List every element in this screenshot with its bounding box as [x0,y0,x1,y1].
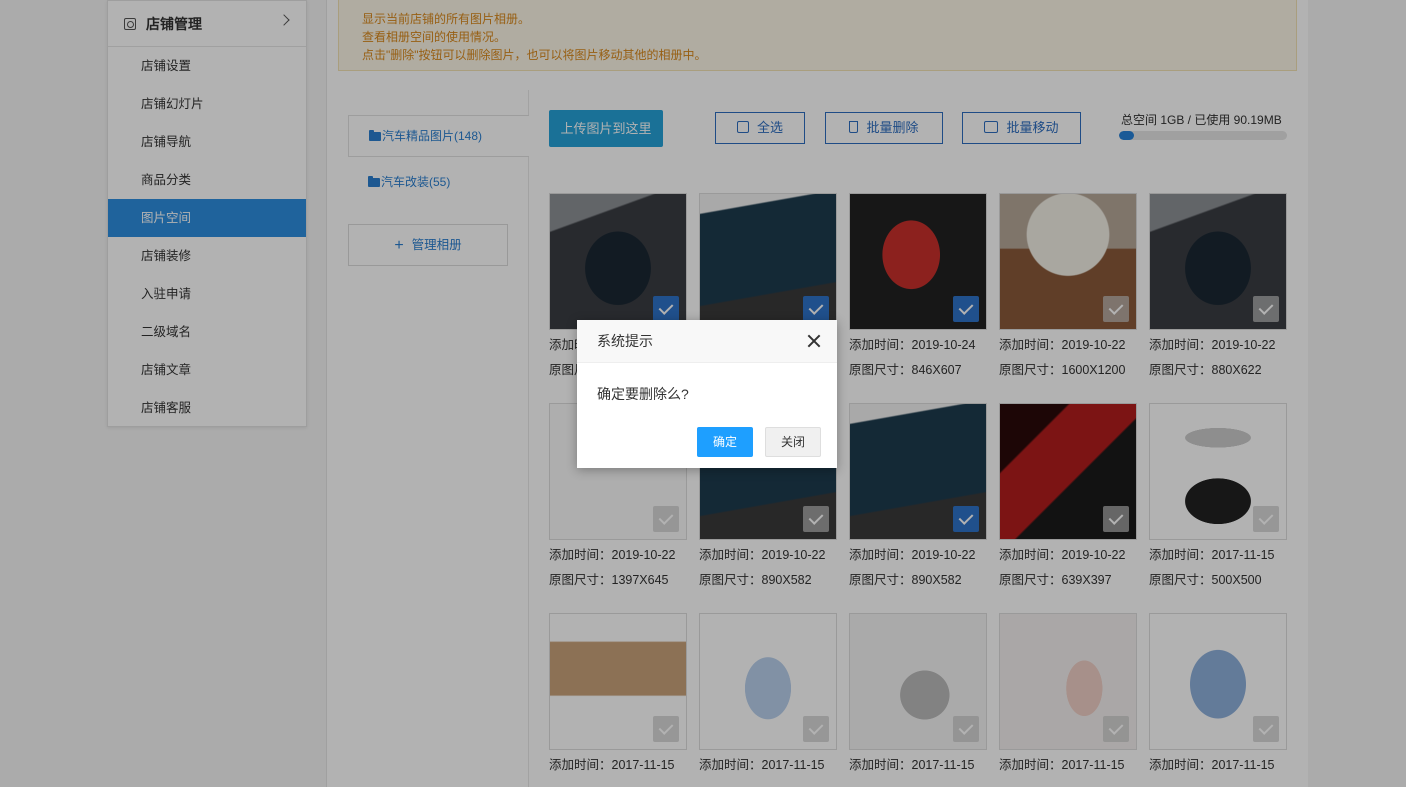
dialog-title: 系统提示 [597,333,653,349]
close-icon[interactable] [807,334,821,348]
confirm-dialog: 系统提示 确定要删除么? 确定 关闭 [577,320,837,468]
confirm-button[interactable]: 确定 [697,427,753,457]
dialog-header: 系统提示 [577,320,837,363]
dialog-message: 确定要删除么? [597,386,689,402]
close-button[interactable]: 关闭 [765,427,821,457]
